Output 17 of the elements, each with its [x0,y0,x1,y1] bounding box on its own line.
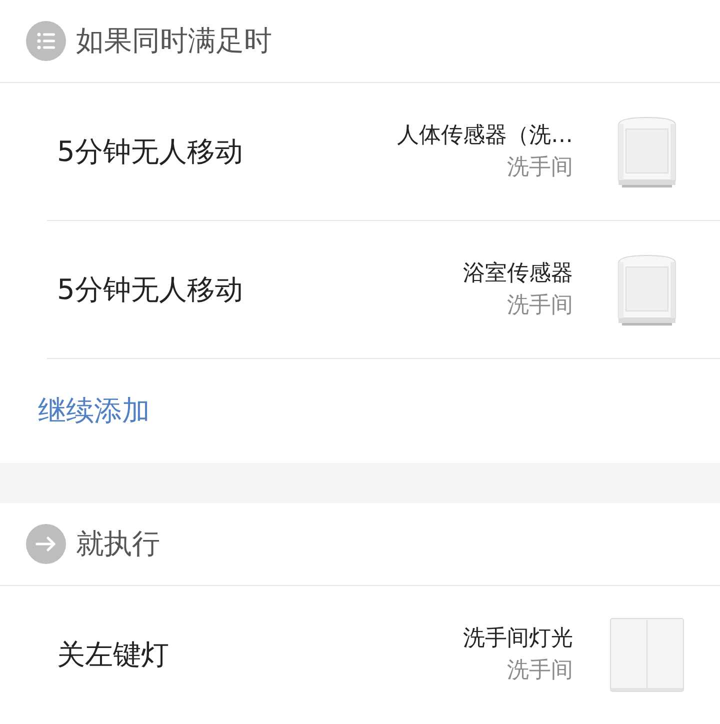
add-more-link[interactable]: 继续添加 [38,392,150,430]
section-title: 如果同时满足时 [76,23,272,59]
room-name: 洗手间 [507,154,573,182]
condition-label: 5分钟无人移动 [57,134,244,170]
device-name: 人体传感器（洗… [397,122,573,150]
device-name: 洗手间灯光 [463,624,573,652]
room-name: 洗手间 [507,656,573,684]
arrow-right-icon [26,524,66,564]
room-name: 洗手间 [507,292,573,320]
device-name: 浴室传感器 [463,260,573,288]
section-title: 就执行 [76,526,160,562]
motion-sensor-icon [617,254,677,326]
motion-sensor-icon [617,116,677,188]
condition-label: 5分钟无人移动 [57,272,244,308]
wall-switch-icon [610,618,684,692]
action-label: 关左键灯 [57,636,170,672]
list-icon [26,21,66,61]
